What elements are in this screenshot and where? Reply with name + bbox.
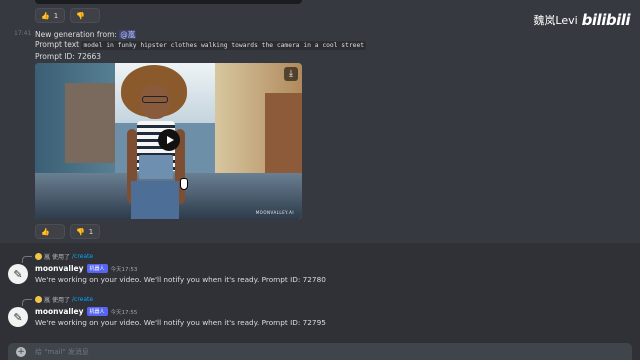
video-figure-overalls [139,155,173,179]
previous-video-embed[interactable] [35,0,302,4]
reply-action: 使用了 [52,254,71,261]
chat-history-panel: 👍 1 👎 魏岚Levi bilibili 17:41 New generati… [0,0,640,243]
video-player[interactable]: ⤓ MOONVALLEY.AI [35,63,302,219]
moonvalley-avatar[interactable]: ✎ [8,307,28,327]
author-name[interactable]: moonvalley [35,307,84,316]
prompt-line: Prompt text model in funky hipster cloth… [35,40,367,50]
message-time: 今天17:55 [110,309,138,316]
video-figure-jeans [131,181,179,219]
message-time: 今天17:53 [110,266,138,273]
video-embedded-watermark: MOONVALLEY.AI [255,210,294,215]
reaction-thumbs-up[interactable]: 👍 [35,224,65,239]
prompt-id: Prompt ID: 72663 [35,52,102,61]
reply-avatar [35,253,42,260]
hand-cursor-icon [180,178,188,190]
video-building-left-inner [65,83,115,163]
add-attachment-icon[interactable]: + [16,347,26,357]
reply-username: 嵐 [44,254,51,261]
prompt-label: Prompt text [35,40,80,49]
user-mention[interactable]: @嵐 [119,30,137,39]
reply-username: 嵐 [44,297,51,304]
bot-badge: 机器人 [86,307,108,316]
message-input-bar[interactable]: + 给 "mail" 发消息 [8,343,632,360]
reply-avatar [35,296,42,303]
watermark-name: 魏岚Levi [533,14,578,27]
reply-connector [22,256,32,263]
message-header: moonvalley 机器人 今天17:55 [35,307,137,316]
thumbs-up-icon: 👍 [41,227,50,236]
message-header: moonvalley 机器人 今天17:53 [35,264,137,273]
command-reply-context[interactable]: 嵐 使用了 /create [35,252,93,261]
bot-badge: 机器人 [86,264,108,273]
bilibili-logo: bilibili [581,11,631,29]
message-text: We're working on your video. We'll notif… [35,318,326,327]
reaction-thumbs-up[interactable]: 👍 1 [35,8,65,23]
download-icon[interactable]: ⤓ [284,67,298,81]
message-timestamp: 17:41 [14,30,32,37]
prompt-text: model in funky hipster clothes walking t… [81,41,367,50]
generation-heading: New generation from: @嵐 [35,30,137,39]
reaction-count: 1 [88,227,94,236]
play-button[interactable] [158,129,180,151]
moonvalley-avatar[interactable]: ✎ [8,264,28,284]
author-name[interactable]: moonvalley [35,264,84,273]
reaction-thumbs-down[interactable]: 👎 [70,8,100,23]
message-input-placeholder[interactable]: 给 "mail" 发消息 [35,347,89,357]
reaction-thumbs-down[interactable]: 👎 1 [70,224,100,239]
thumbs-down-icon: 👎 [76,227,85,236]
thumbs-down-icon: 👎 [76,11,85,20]
video-figure-glasses [142,96,168,103]
message-text: We're working on your video. We'll notif… [35,275,326,284]
thumbs-up-icon: 👍 [41,11,50,20]
play-icon [166,136,174,144]
slash-command[interactable]: /create [72,296,93,303]
reply-connector [22,299,32,306]
reply-action: 使用了 [52,297,71,304]
video-watermark: 魏岚Levi bilibili [533,11,630,29]
reaction-count: 1 [53,11,59,20]
slash-command[interactable]: /create [72,253,93,260]
command-reply-context[interactable]: 嵐 使用了 /create [35,295,93,304]
